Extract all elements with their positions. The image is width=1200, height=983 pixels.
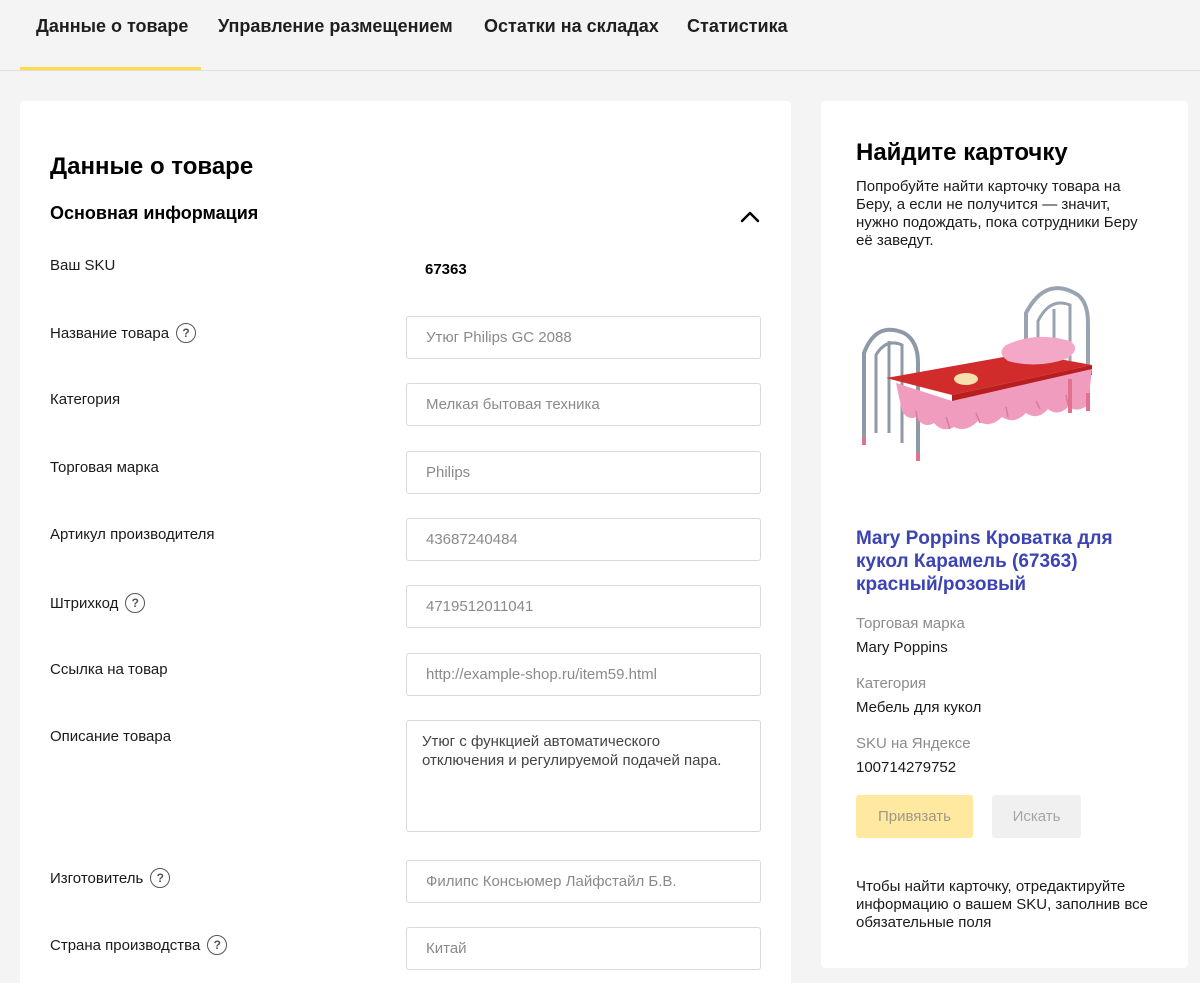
product-image [862, 286, 1092, 461]
search-button[interactable]: Искать [992, 795, 1081, 838]
bind-button[interactable]: Привязать [856, 795, 973, 838]
category-meta-value: Мебель для кукол [856, 699, 982, 716]
sku-value: 67363 [425, 261, 467, 278]
sku-label: Ваш SKU [50, 257, 116, 274]
barcode-input[interactable]: 4719512011041 [406, 585, 761, 628]
section-title: Основная информация [50, 203, 259, 223]
find-card-panel: Найдите карточку Попробуйте найти карточ… [821, 101, 1188, 968]
question-icon[interactable]: ? [207, 935, 228, 955]
form-title: Данные о товаре [50, 153, 254, 180]
sku-meta-label: SKU на Яндексе [856, 735, 971, 752]
question-icon[interactable]: ? [150, 868, 171, 888]
chevron-up-icon[interactable] [738, 205, 762, 229]
brand-input[interactable]: Philips [406, 451, 761, 494]
brand-label: Торговая марка [50, 459, 159, 476]
category-meta-label: Категория [856, 675, 927, 692]
description-label: Описание товара [50, 728, 172, 745]
vendor-code-input[interactable]: 43687240484 [406, 518, 761, 561]
product-title-link[interactable]: Mary Poppins Кроватка для кукол Карамель… [856, 527, 1146, 596]
country-label: Страна производства? [50, 935, 228, 955]
sku-meta-value: 100714279752 [856, 759, 957, 776]
tab-product-data[interactable]: Данные о товаре [36, 16, 188, 37]
find-card-description: Попробуйте найти карточку товара на Беру… [856, 178, 1138, 249]
active-tab-indicator [20, 67, 201, 70]
tab-stocks[interactable]: Остатки на складах [484, 16, 659, 37]
product-form-card: Данные о товаре Основная информация Ваш … [20, 101, 791, 983]
barcode-label: Штрихкод? [50, 593, 146, 613]
description-textarea[interactable]: Утюг с функцией автоматического отключен… [406, 720, 761, 832]
question-icon[interactable]: ? [125, 593, 146, 613]
tab-placement[interactable]: Управление размещением [218, 16, 453, 37]
url-label: Ссылка на товар [50, 661, 168, 678]
manufacturer-input[interactable]: Филипс Консьюмер Лайфстайл Б.В. [406, 860, 761, 903]
url-input[interactable]: http://example-shop.ru/item59.html [406, 653, 761, 696]
question-icon[interactable]: ? [176, 323, 197, 343]
brand-meta-value: Mary Poppins [856, 639, 948, 656]
vendor-code-label: Артикул производителя [50, 526, 215, 543]
name-input[interactable]: Утюг Philips GC 2088 [406, 316, 761, 359]
brand-meta-label: Торговая марка [856, 615, 965, 632]
tab-bar: Данные о товаре Управление размещением О… [0, 0, 1200, 71]
manufacturer-label: Изготовитель? [50, 868, 171, 888]
find-card-note: Чтобы найти карточку, отредактируйте инф… [856, 878, 1148, 931]
find-card-title: Найдите карточку [856, 139, 1068, 166]
tab-statistics[interactable]: Статистика [687, 16, 788, 37]
country-input[interactable]: Китай [406, 927, 761, 970]
name-label: Название товара? [50, 323, 197, 343]
category-input[interactable]: Мелкая бытовая техника [406, 383, 761, 426]
category-label: Категория [50, 391, 121, 408]
